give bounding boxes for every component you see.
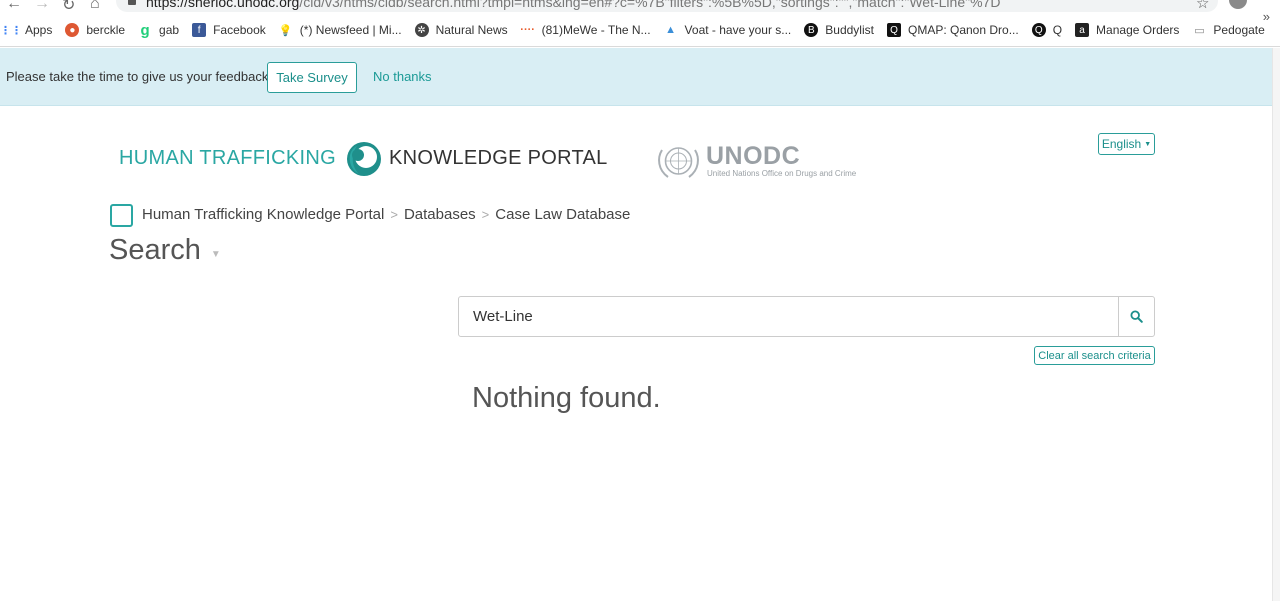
chevron-down-icon: ▼ (1144, 140, 1152, 148)
no-results-message: Nothing found. (472, 382, 661, 414)
more-bookmarks-icon[interactable]: » (1263, 9, 1270, 24)
mewe-icon: ···· (520, 24, 535, 36)
breadcrumb-item-databases[interactable]: Databases (404, 206, 476, 223)
folder-icon: ▭ (1194, 24, 1205, 37)
search-box (458, 296, 1155, 337)
bookmark-label: Q (1052, 23, 1063, 37)
apps-grid-icon: ⋮⋮ (0, 24, 22, 37)
bookmark-label: Pedogate (1213, 23, 1265, 37)
breadcrumb: Human Trafficking Knowledge Portal > Dat… (142, 206, 630, 223)
bookmark-item[interactable]: ✲ Natural News (414, 23, 508, 37)
breadcrumb-item-case-law[interactable]: Case Law Database (495, 206, 630, 223)
take-survey-button[interactable]: Take Survey (267, 62, 357, 93)
profile-avatar[interactable] (1229, 0, 1247, 9)
bookmarks-bar: ⋮⋮ Apps ● berckle g gab f Facebook 💡 (*) Newsfeed… (0, 14, 1280, 47)
chevron-down-icon: ▼ (210, 249, 221, 260)
bookmark-item[interactable]: 💡 (*) Newsfeed | Mi... (279, 23, 402, 37)
bookmark-item[interactable]: ▲ Voat - have your s... (664, 23, 792, 37)
lightbulb-icon: 💡 (278, 24, 293, 37)
amazon-icon: a (1075, 23, 1090, 37)
q-icon: Q (1031, 23, 1046, 37)
search-button[interactable] (1118, 297, 1154, 336)
bookmark-label: Natural News (435, 23, 508, 37)
clear-search-criteria-button[interactable]: Clear all search criteria (1034, 346, 1155, 365)
naturalnews-icon: ✲ (414, 23, 429, 37)
bookmark-label: Apps (25, 23, 53, 37)
un-emblem-icon (658, 147, 699, 178)
page-title-text: Search (109, 234, 201, 266)
breadcrumb-separator: > (481, 207, 490, 222)
portal-logo-icon[interactable] (343, 140, 381, 178)
lock-icon (128, 0, 136, 5)
bookmark-item[interactable]: ···· (81)MeWe - The N... (520, 23, 651, 37)
bookmark-star-icon[interactable]: ☆ (1196, 0, 1209, 12)
page-title[interactable]: Search ▼ (109, 234, 221, 267)
breadcrumb-item-portal[interactable]: Human Trafficking Knowledge Portal (142, 206, 384, 223)
address-url[interactable]: https://sherloc.unodc.org/cld/v3/htms/cl… (146, 0, 1000, 10)
page-scrollbar[interactable] (1272, 48, 1280, 601)
facebook-icon: f (192, 23, 207, 37)
forward-icon[interactable]: → (34, 0, 50, 13)
bookmark-item[interactable]: ⋮⋮ Apps (0, 23, 53, 37)
bookmark-label: QMAP: Qanon Dro... (907, 23, 1019, 37)
bookmark-item[interactable]: QQ (1031, 23, 1063, 37)
language-label: English (1101, 137, 1142, 151)
reload-icon[interactable]: ↻ (62, 0, 75, 14)
voat-icon: ▲ (665, 24, 676, 36)
gab-icon: g (140, 21, 150, 39)
buddylist-icon: B (804, 23, 819, 37)
duckduckgo-icon: ● (65, 23, 80, 37)
unodc-logo[interactable]: UNODC (706, 142, 800, 171)
no-thanks-link[interactable]: No thanks (373, 69, 432, 84)
breadcrumb-separator: > (390, 207, 398, 222)
bookmark-item[interactable]: f Facebook (192, 23, 266, 37)
bookmark-label: gab (159, 23, 180, 37)
feedback-banner: Please take the time to give us your fee… (0, 48, 1272, 106)
back-icon[interactable]: ← (6, 0, 22, 13)
feedback-message: Please take the time to give us your fee… (6, 69, 272, 84)
home-icon[interactable]: ⌂ (90, 0, 100, 13)
bookmark-item[interactable]: ● berckle (65, 23, 125, 37)
unodc-subtitle: United Nations Office on Drugs and Crime (707, 169, 857, 178)
search-input[interactable] (459, 297, 1120, 336)
logo-knowledge-portal[interactable]: KNOWLEDGE PORTAL (389, 147, 608, 170)
bookmark-label: (*) Newsfeed | Mi... (299, 23, 402, 37)
bookmark-label: Manage Orders (1096, 23, 1180, 37)
bookmark-item[interactable]: B Buddylist (804, 23, 874, 37)
qmap-icon: Q (886, 23, 901, 37)
bookmark-label: Buddylist (825, 23, 874, 37)
bookmark-item[interactable]: Q QMAP: Qanon Dro... (886, 23, 1019, 37)
bookmark-item[interactable]: g gab (138, 21, 180, 39)
search-icon (1130, 310, 1143, 323)
bookmark-label: Voat - have your s... (684, 23, 792, 37)
breadcrumb-home-icon[interactable] (110, 204, 133, 227)
bookmark-label: (81)MeWe - The N... (541, 23, 651, 37)
language-dropdown[interactable]: English ▼ (1098, 133, 1155, 155)
logo-human-trafficking[interactable]: HUMAN TRAFFICKING (119, 147, 336, 170)
bookmark-item[interactable]: a Manage Orders (1075, 23, 1179, 37)
bookmark-item[interactable]: ▭ Pedogate (1192, 23, 1265, 37)
bookmark-label: Facebook (213, 23, 266, 37)
bookmark-label: berckle (86, 23, 126, 37)
browser-toolbar: ← → ↻ ⌂ https://sherloc.unodc.org/cld/v3… (0, 0, 1280, 14)
